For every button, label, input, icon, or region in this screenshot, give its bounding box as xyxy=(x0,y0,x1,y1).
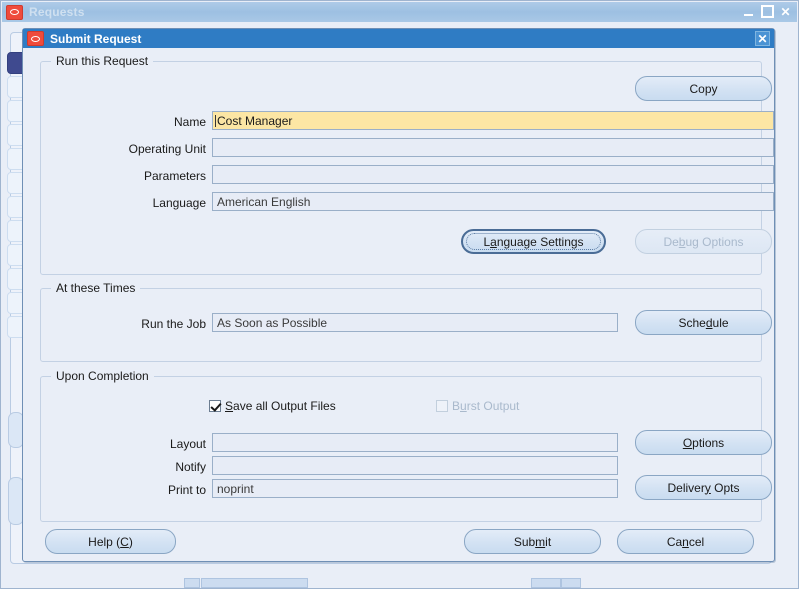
group-run-this-request-legend: Run this Request xyxy=(51,54,154,68)
oracle-logo-icon xyxy=(6,4,23,20)
minimize-icon[interactable] xyxy=(742,4,757,19)
close-icon[interactable]: ✕ xyxy=(778,4,793,19)
requests-status-strip xyxy=(1,578,799,588)
schedule-button[interactable]: Schedule xyxy=(635,310,772,335)
label-notify: Notify xyxy=(175,460,206,474)
requests-window-title: Requests xyxy=(29,5,85,19)
submit-request-dialog: Submit Request ✕ Run this Request Copy N… xyxy=(22,28,775,562)
copy-button[interactable]: Copy xyxy=(635,76,772,101)
label-name: Name xyxy=(173,115,206,129)
label-parameters: Parameters xyxy=(143,169,206,183)
parameters-input[interactable] xyxy=(212,165,774,184)
save-all-output-files-label: Save all Output Files xyxy=(225,399,336,413)
language-settings-button[interactable]: Language Settings xyxy=(461,229,606,254)
submit-button[interactable]: Submit xyxy=(464,529,601,554)
burst-output-checkbox: Burst Output xyxy=(436,399,519,413)
language-input[interactable]: American English xyxy=(212,192,774,211)
cancel-button[interactable]: Cancel xyxy=(617,529,754,554)
schedule-label: Schedule xyxy=(678,315,729,330)
print-to-input[interactable]: noprint xyxy=(212,479,618,498)
dialog-titlebar: Submit Request ✕ xyxy=(23,29,774,48)
run-the-job-input[interactable]: As Soon as Possible xyxy=(212,313,618,332)
window-controls: ✕ xyxy=(742,4,793,19)
group-upon-completion-legend: Upon Completion xyxy=(51,369,154,383)
label-operating-unit: Operating Unit xyxy=(128,142,206,156)
close-icon[interactable]: ✕ xyxy=(755,31,770,46)
group-run-this-request: Run this Request Copy Name Cost Manager … xyxy=(40,54,774,275)
submit-label: Submit xyxy=(513,534,552,549)
dialog-body: Run this Request Copy Name Cost Manager … xyxy=(23,48,774,561)
oracle-logo-icon xyxy=(27,31,44,46)
group-at-these-times: At these Times Run the Job As Soon as Po… xyxy=(40,281,772,362)
burst-output-label: Burst Output xyxy=(452,399,520,413)
debug-options-button: Debug Options xyxy=(635,229,772,254)
label-print-to: Print to xyxy=(167,483,206,497)
debug-options-label: Debug Options xyxy=(663,234,744,249)
requests-titlebar: Requests ✕ xyxy=(2,2,797,22)
label-run-the-job: Run the Job xyxy=(141,317,206,331)
checkbox-box xyxy=(209,400,221,412)
delivery-opts-label: Delivery Opts xyxy=(667,480,740,495)
label-language: Language xyxy=(152,196,206,210)
maximize-icon[interactable] xyxy=(761,5,774,18)
label-layout: Layout xyxy=(169,437,206,451)
delivery-opts-button[interactable]: Delivery Opts xyxy=(635,475,772,500)
screen: Requests ✕ Submit Request ✕ Run this Req… xyxy=(0,0,799,589)
help-label: Help (C) xyxy=(88,534,133,549)
group-upon-completion: Upon Completion Save all Output Files Bu… xyxy=(40,369,772,522)
options-button[interactable]: Options xyxy=(635,430,772,455)
save-all-output-files-checkbox[interactable]: Save all Output Files xyxy=(209,399,336,413)
help-button[interactable]: Help (C) xyxy=(45,529,176,554)
dialog-title: Submit Request xyxy=(50,31,142,46)
notify-input[interactable] xyxy=(212,456,618,475)
name-input[interactable]: Cost Manager xyxy=(212,111,774,130)
layout-input[interactable] xyxy=(212,433,618,452)
cancel-label: Cancel xyxy=(666,534,705,549)
operating-unit-input[interactable] xyxy=(212,138,774,157)
language-settings-label: Language Settings xyxy=(483,234,584,249)
group-at-these-times-legend: At these Times xyxy=(51,281,141,295)
options-label: Options xyxy=(682,435,725,450)
checkbox-box xyxy=(436,400,448,412)
